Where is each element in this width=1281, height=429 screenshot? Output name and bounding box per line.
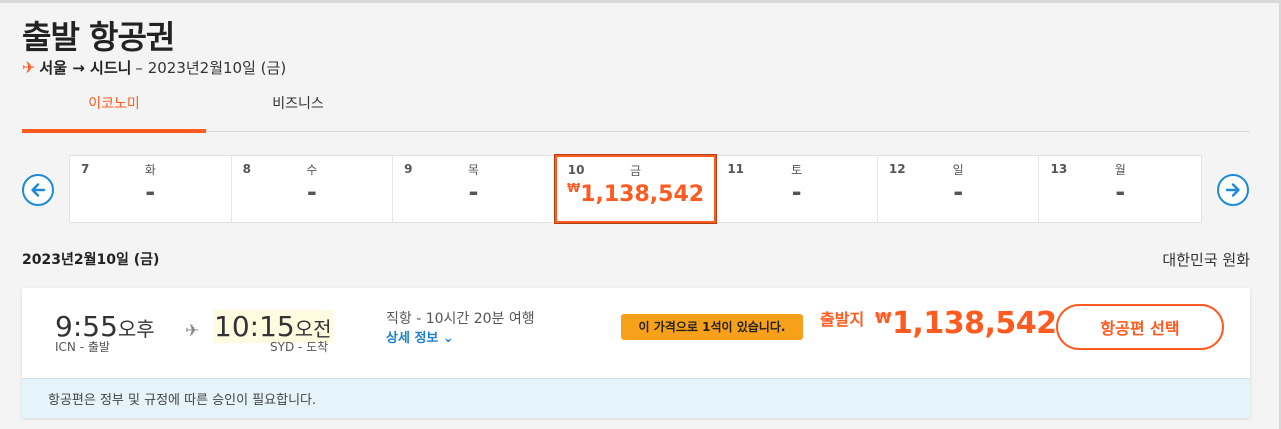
- departure-airport: ICN - 출발: [55, 340, 110, 354]
- flight-card: 9:55오후 ICN - 출발 ✈ 10:15오전 SYD - 도착 직항 - …: [22, 288, 1250, 418]
- route-date: – 2023년2월10일 (금): [135, 59, 287, 77]
- tab-economy[interactable]: 이코노미: [22, 88, 206, 133]
- select-flight-button[interactable]: 항공편 선택: [1056, 304, 1224, 350]
- currency-symbol: ₩: [566, 181, 581, 195]
- date-cell-13[interactable]: 13 월 -: [1039, 156, 1201, 222]
- date-price: -: [306, 178, 317, 206]
- date-price: -: [791, 178, 802, 206]
- arrival-airport: SYD - 도착: [270, 340, 329, 354]
- flight-duration-info: 직항 - 10시간 20분 여행: [386, 311, 535, 327]
- date-price: -: [468, 178, 479, 206]
- date-weekday: 토: [791, 163, 803, 177]
- date-weekday: 목: [467, 163, 479, 177]
- flight-price-value: 1,138,542: [892, 306, 1057, 341]
- next-dates-button[interactable]: [1217, 174, 1249, 206]
- currency-symbol: ₩: [875, 309, 892, 327]
- route-cities: 서울 → 시드니: [39, 59, 132, 77]
- flight-price: ₩1,138,542: [875, 306, 1057, 341]
- page-title: 출발 항공권: [22, 18, 175, 56]
- date-weekday: 수: [306, 163, 318, 177]
- cabin-tabs: 이코노미 비즈니스: [22, 88, 1250, 133]
- arrow-right-icon: [1225, 183, 1240, 197]
- date-price: ₩1,138,542: [557, 181, 715, 207]
- top-border: [0, 0, 1281, 3]
- airplane-icon: ✈: [22, 58, 36, 77]
- date-price: -: [145, 178, 156, 206]
- date-weekday: 월: [1114, 163, 1126, 177]
- flight-details-link[interactable]: 상세 정보 ⌄: [386, 327, 454, 346]
- date-cell-11[interactable]: 11 토 -: [716, 156, 878, 222]
- approval-notice: 항공편은 정부 및 규정에 따른 승인이 필요합니다.: [22, 378, 1250, 418]
- seat-availability-badge: 이 가격으로 1석이 있습니다.: [621, 314, 803, 340]
- date-cell-7[interactable]: 7 화 -: [70, 156, 232, 222]
- price-from-label: 출발지: [820, 310, 865, 329]
- date-cell-10-selected[interactable]: 10 금 ₩1,138,542: [553, 154, 718, 224]
- route-summary: ✈ 서울 → 시드니 – 2023년2월10일 (금): [22, 57, 286, 78]
- date-weekday: 일: [952, 163, 964, 177]
- previous-dates-button[interactable]: [22, 174, 54, 206]
- date-weekday: 화: [144, 163, 156, 177]
- arrow-left-icon: [31, 183, 46, 197]
- date-price: -: [1115, 178, 1126, 206]
- departure-ampm: 오후: [117, 317, 155, 341]
- date-weekday: 금: [630, 164, 642, 178]
- airplane-icon: ✈: [185, 321, 200, 341]
- date-cell-12[interactable]: 12 일 -: [878, 156, 1040, 222]
- date-cell-8[interactable]: 8 수 -: [232, 156, 394, 222]
- date-price: -: [953, 178, 964, 206]
- currency-label: 대한민국 원화: [1162, 251, 1250, 269]
- results-date-heading: 2023년2월10일 (금): [22, 252, 160, 268]
- date-cell-9[interactable]: 9 목 -: [393, 156, 555, 222]
- date-selector: 7 화 - 8 수 - 9 목 - 10 금 ₩1,138,542 11 토 -…: [69, 154, 1202, 224]
- tab-business[interactable]: 비즈니스: [206, 88, 390, 132]
- date-price-value: 1,138,542: [580, 182, 705, 207]
